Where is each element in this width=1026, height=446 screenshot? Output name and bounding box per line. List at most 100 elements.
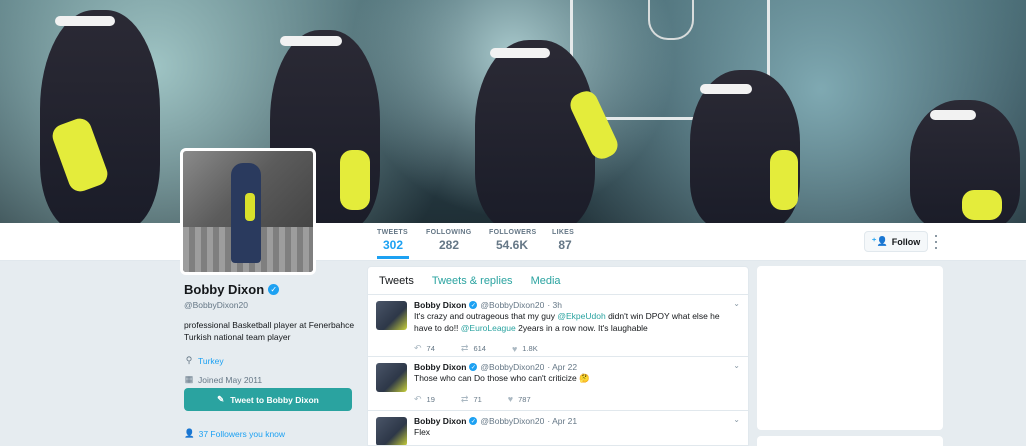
tweet-actions: ↶ 19 ⇄ 71 ♥ 787	[414, 394, 738, 405]
verified-icon: ✓	[469, 363, 478, 371]
tweet-avatar[interactable]	[376, 301, 407, 330]
banner-headband-3	[490, 48, 550, 58]
like-button[interactable]: ♥ 787	[508, 394, 531, 405]
retweet-button[interactable]: ⇄ 614	[461, 343, 486, 354]
follow-label: Follow	[891, 236, 921, 247]
heart-icon: ♥	[511, 343, 518, 354]
tab-media[interactable]: Media	[531, 275, 561, 287]
tweet-to-button[interactable]: ✎ Tweet to Bobby Dixon	[184, 388, 352, 411]
people-icon: 👤	[184, 428, 195, 438]
profile-name[interactable]: Bobby Dixon	[184, 282, 264, 297]
banner-player-1	[40, 10, 160, 223]
tab-tweets[interactable]: Tweets	[379, 275, 414, 287]
stat-following[interactable]: FOLLOWING 282	[426, 229, 472, 259]
like-count: 787	[518, 394, 531, 404]
verified-icon: ✓	[268, 284, 280, 295]
like-count: 1.8K	[522, 344, 538, 353]
reply-button[interactable]: ↶ 19	[414, 394, 435, 405]
heart-icon: ♥	[507, 394, 514, 404]
banner-headband-4	[700, 84, 752, 94]
retweet-button[interactable]: ⇄ 71	[461, 394, 482, 405]
stat-value: 54.6K	[495, 238, 529, 252]
profile-banner	[0, 0, 1026, 223]
follow-button[interactable]: ⁺👤 Follow	[864, 231, 928, 252]
tweet-author-handle[interactable]: @BobbyDixon20	[480, 416, 544, 426]
tweet-actions: ↶ 74 ⇄ 614 ♥ 1.8K	[414, 343, 738, 354]
stat-tweets[interactable]: TWEETS 302	[377, 229, 409, 259]
followers-you-know-link[interactable]: 👤 37 Followers you know	[184, 428, 285, 439]
tweet-author-handle[interactable]: @BobbyDixon20	[480, 362, 544, 372]
tweet-item[interactable]: Bobby Dixon ✓ @BobbyDixon20 · Apr 22 ⌄ T…	[368, 357, 748, 411]
banner-arm-4	[770, 150, 798, 210]
timeline-tabs: Tweets Tweets & replies Media	[368, 267, 748, 295]
tab-tweets-replies[interactable]: Tweets & replies	[432, 275, 513, 287]
stat-value: 302	[382, 238, 404, 252]
stat-label: FOLLOWERS	[489, 229, 537, 236]
stat-value: 87	[558, 238, 572, 252]
banner-headband-2	[280, 36, 342, 46]
chevron-down-icon[interactable]: ⌄	[733, 415, 740, 424]
followers-you-know-label: 37 Followers you know	[198, 428, 286, 439]
banner-player-3	[475, 40, 595, 223]
profile-location[interactable]: Turkey	[198, 356, 224, 366]
chevron-down-icon[interactable]: ⌄	[733, 299, 740, 308]
verified-icon: ✓	[469, 417, 478, 425]
reply-icon: ↶	[414, 393, 422, 404]
follow-user-icon: ⁺👤	[871, 236, 888, 246]
stat-likes[interactable]: LIKES 87	[552, 229, 578, 259]
sidebar-card	[757, 436, 943, 446]
tweet-avatar[interactable]	[376, 417, 407, 445]
tweet-author-name[interactable]: Bobby Dixon	[414, 300, 466, 310]
tweet-text: It's crazy and outrageous that my guy @E…	[414, 311, 738, 334]
tweet-text: Flex	[414, 427, 431, 437]
tweet-text-part: 2years in a row now. It's laughable	[515, 322, 648, 333]
tweet-author-name[interactable]: Bobby Dixon	[414, 362, 466, 372]
more-options-icon[interactable]	[932, 235, 940, 249]
avatar-sleeve	[245, 193, 255, 221]
chevron-down-icon[interactable]: ⌄	[733, 361, 740, 370]
compose-icon: ✎	[217, 394, 225, 404]
profile-joined: Joined May 2011	[198, 374, 263, 385]
calendar-icon: ▦	[184, 374, 194, 384]
tweet-timestamp[interactable]: · Apr 22	[547, 362, 577, 372]
tweet-avatar[interactable]	[376, 363, 407, 392]
sidebar-card	[757, 266, 943, 430]
verified-icon: ✓	[469, 301, 478, 309]
reply-count: 74	[426, 344, 435, 353]
reply-icon: ↶	[414, 343, 422, 353]
stat-label: TWEETS	[377, 229, 408, 236]
tweet-author-handle[interactable]: @BobbyDixon20	[480, 300, 544, 310]
profile-handle[interactable]: @BobbyDixon20	[184, 300, 354, 310]
banner-headband-5	[930, 110, 976, 120]
tweet-to-label: Tweet to Bobby Dixon	[230, 394, 319, 405]
retweet-icon: ⇄	[460, 393, 469, 404]
tweet-text: Those who can Do those who can't critici…	[414, 373, 590, 383]
banner-net	[648, 0, 694, 40]
reply-button[interactable]: ↶ 74	[414, 343, 435, 354]
mention-link[interactable]: @EuroLeague	[461, 323, 516, 333]
tweet-timestamp[interactable]: · 3h	[547, 300, 562, 310]
tweet-text-part: It's crazy and outrageous that my guy	[414, 311, 558, 321]
timeline: Tweets Tweets & replies Media Bobby Dixo…	[367, 266, 749, 446]
tweet-item[interactable]: Bobby Dixon ✓ @BobbyDixon20 · 3h ⌄ It's …	[368, 295, 748, 357]
banner-arm-2	[340, 150, 370, 210]
retweet-icon: ⇄	[460, 343, 469, 353]
stat-followers[interactable]: FOLLOWERS 54.6K	[489, 229, 537, 259]
banner-arm-5	[962, 190, 1002, 220]
location-icon: ⚲	[185, 355, 193, 365]
stat-label: FOLLOWING	[426, 229, 472, 236]
banner-headband-1	[55, 16, 115, 26]
mention-link[interactable]: @EkpeUdoh	[557, 311, 605, 321]
tweet-author-name[interactable]: Bobby Dixon	[414, 416, 466, 426]
retweet-count: 71	[473, 394, 482, 404]
tweet-item[interactable]: Bobby Dixon ✓ @BobbyDixon20 · Apr 21 ⌄ F…	[368, 411, 748, 445]
profile-bio: professional Basketball player at Fenerb…	[184, 320, 355, 342]
stat-value: 282	[438, 238, 460, 252]
avatar[interactable]	[180, 148, 316, 275]
stat-label: LIKES	[552, 229, 575, 236]
reply-count: 19	[426, 394, 435, 404]
tweet-timestamp[interactable]: · Apr 21	[547, 416, 577, 426]
retweet-count: 614	[473, 344, 486, 353]
like-button[interactable]: ♥ 1.8K	[512, 343, 538, 354]
profile-card: Bobby Dixon ✓ @BobbyDixon20 professional…	[184, 282, 354, 385]
